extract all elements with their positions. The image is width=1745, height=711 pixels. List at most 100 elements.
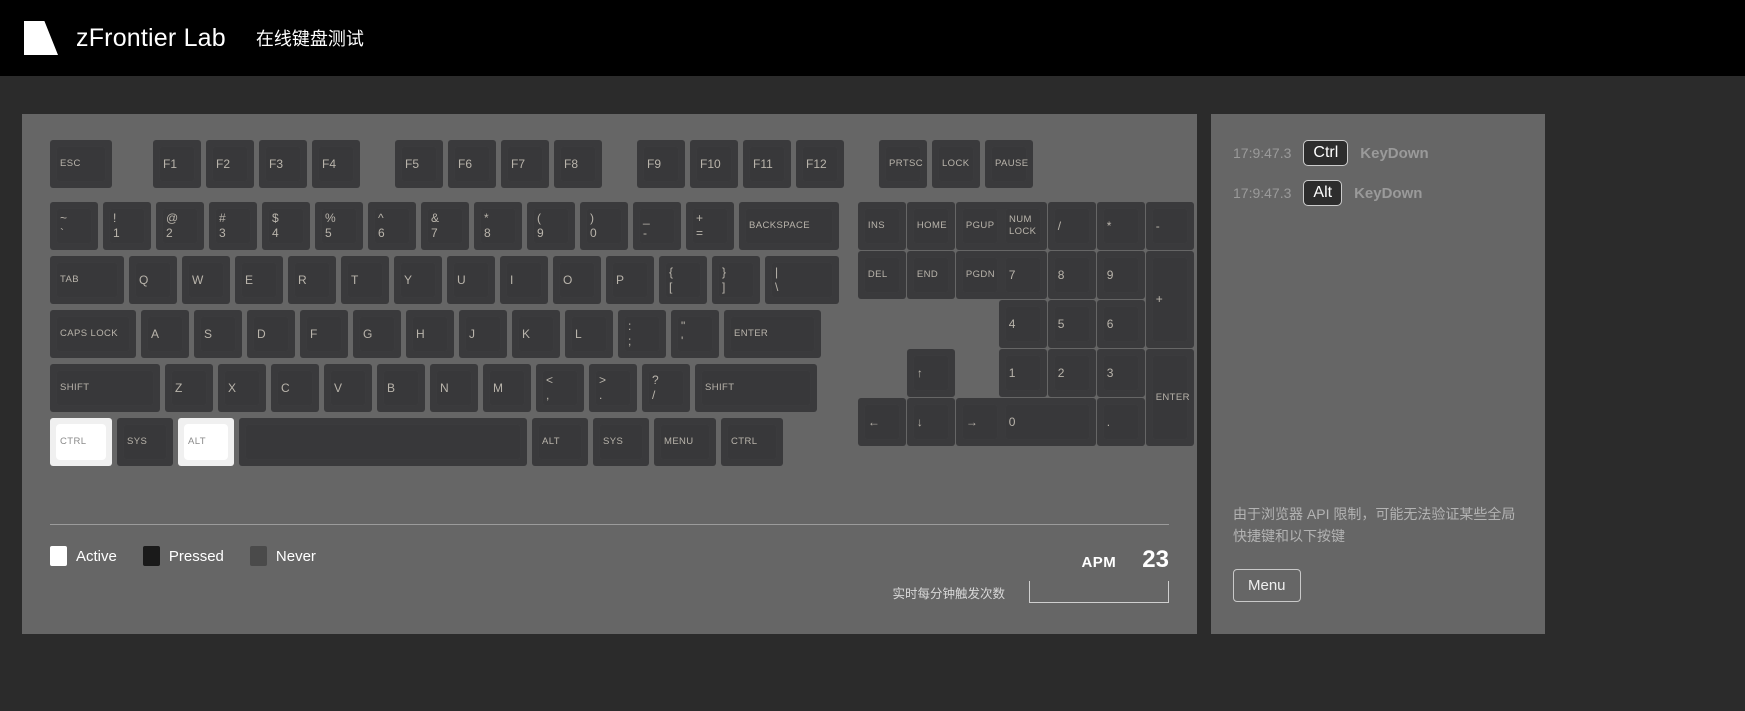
key-caps-lock[interactable]: CAPS LOCK (50, 310, 136, 358)
key-@2[interactable]: @2 (156, 202, 204, 250)
key-pgup[interactable]: PGUP (955, 202, 1004, 250)
key-y[interactable]: Y (394, 256, 442, 304)
key-f3[interactable]: F3 (259, 140, 307, 188)
key-*8[interactable]: * 8 (474, 202, 522, 250)
key-/[interactable]: / (1047, 202, 1096, 250)
key-↓[interactable]: ↓ (906, 398, 955, 446)
key-~`[interactable]: ~ ` (50, 202, 98, 250)
key-{[[interactable]: {[ (659, 256, 707, 304)
key-l[interactable]: L (565, 310, 613, 358)
key-esc[interactable]: ESC (50, 140, 112, 188)
key-f[interactable]: F (300, 310, 348, 358)
key-g[interactable]: G (353, 310, 401, 358)
key-9[interactable]: 9 (1096, 251, 1145, 299)
key-ctrl[interactable]: CTRL (50, 418, 112, 466)
key-sys[interactable]: SYS (593, 418, 649, 466)
key-:;[interactable]: :; (618, 310, 666, 358)
key-2[interactable]: 2 (1047, 349, 1096, 397)
key-del[interactable]: DEL (857, 251, 906, 299)
keyboard-row-tab[interactable]: TAB Q W E R T Y U I O P{[}] | \ (50, 256, 844, 304)
key-<,[interactable]: <, (536, 364, 584, 412)
key-ins[interactable]: INS (857, 202, 906, 250)
key-+=[interactable]: + = (686, 202, 734, 250)
key-←[interactable]: ← (857, 398, 906, 446)
key-4[interactable]: 4 (998, 300, 1047, 348)
key->.[interactable]: >. (589, 364, 637, 412)
key-r[interactable]: R (288, 256, 336, 304)
key-f7[interactable]: F7 (501, 140, 549, 188)
navigation-cluster[interactable]: INS HOME PGUP DEL END PGDN ↑ ← ↓ → (857, 202, 1004, 452)
key-s[interactable]: S (194, 310, 242, 358)
key-1[interactable]: 1 (998, 349, 1047, 397)
key-z[interactable]: Z (165, 364, 213, 412)
keyboard-row-numbers[interactable]: ~ `! 1 @2 #3 $4% 5 ^ 6 & 7 * 8(9) 0 _ - + = BACKSPACE (50, 202, 844, 250)
key-?/[interactable]: ? / (642, 364, 690, 412)
key-menu[interactable]: MENU (654, 418, 716, 466)
key-f12[interactable]: F12 (796, 140, 844, 188)
key-}][interactable]: }] (712, 256, 760, 304)
key-pgdn[interactable]: PGDN (955, 251, 1004, 299)
key-home[interactable]: HOME (906, 202, 955, 250)
key-_-[interactable]: _ - (633, 202, 681, 250)
key-"'[interactable]: " ' (671, 310, 719, 358)
key-pause[interactable]: PAUSE (985, 140, 1033, 188)
key-|\[interactable]: | \ (765, 256, 839, 304)
key-q[interactable]: Q (129, 256, 177, 304)
key-#3[interactable]: #3 (209, 202, 257, 250)
key-↑[interactable]: ↑ (906, 349, 955, 397)
key-f2[interactable]: F2 (206, 140, 254, 188)
key-c[interactable]: C (271, 364, 319, 412)
key-w[interactable]: W (182, 256, 230, 304)
key-f9[interactable]: F9 (637, 140, 685, 188)
key-(9[interactable]: (9 (527, 202, 575, 250)
key-shift[interactable]: SHIFT (695, 364, 817, 412)
key-d[interactable]: D (247, 310, 295, 358)
key-→[interactable]: → (955, 398, 1004, 446)
key-f6[interactable]: F6 (448, 140, 496, 188)
key-tab[interactable]: TAB (50, 256, 124, 304)
keyboard-row-bottom[interactable]: CTRL SYS ALT ALT SYS MENU CTRL (50, 418, 844, 466)
key-ctrl[interactable]: CTRL (721, 418, 783, 466)
key-f1[interactable]: F1 (153, 140, 201, 188)
key-a[interactable]: A (141, 310, 189, 358)
key-.[interactable]: . (1096, 398, 1145, 446)
key-shift[interactable]: SHIFT (50, 364, 160, 412)
key-$4[interactable]: $4 (262, 202, 310, 250)
key-5[interactable]: 5 (1047, 300, 1096, 348)
key-6[interactable]: 6 (1096, 300, 1145, 348)
key-x[interactable]: X (218, 364, 266, 412)
keyboard-row-shift[interactable]: SHIFT Z X C V B N M <, >.? / SHIFT (50, 364, 844, 412)
key-enter[interactable]: ENTER (1145, 349, 1194, 446)
key-i[interactable]: I (500, 256, 548, 304)
key-lock[interactable]: LOCK (932, 140, 980, 188)
key-end[interactable]: END (906, 251, 955, 299)
key-t[interactable]: T (341, 256, 389, 304)
key-*[interactable]: * (1096, 202, 1145, 250)
key-7[interactable]: 7 (998, 251, 1047, 299)
keyboard-row-caps[interactable]: CAPS LOCK A S D F G H J K L:; " ' ENTER (50, 310, 844, 358)
key-&7[interactable]: & 7 (421, 202, 469, 250)
key-3[interactable]: 3 (1096, 349, 1145, 397)
key-backspace[interactable]: BACKSPACE (739, 202, 839, 250)
key-enter[interactable]: ENTER (724, 310, 821, 358)
key-m[interactable]: M (483, 364, 531, 412)
key-alt[interactable]: ALT (532, 418, 588, 466)
key-prtsc[interactable]: PRTSC (879, 140, 927, 188)
numeric-keypad[interactable]: NUM LOCK / * - 7 8 9 +4 5 6 1 2 3 ENTER 0. (998, 202, 1194, 452)
virtual-keyboard[interactable]: ESC F1 F2 F3 F4 F5 F6 F7 F8 F9 F10 F11 F12 PRTSC LOCK P… (50, 140, 1194, 472)
key-8[interactable]: 8 (1047, 251, 1096, 299)
key-u[interactable]: U (447, 256, 495, 304)
key-f10[interactable]: F10 (690, 140, 738, 188)
key-f5[interactable]: F5 (395, 140, 443, 188)
key-sys[interactable]: SYS (117, 418, 173, 466)
key-k[interactable]: K (512, 310, 560, 358)
key-h[interactable]: H (406, 310, 454, 358)
key-f11[interactable]: F11 (743, 140, 791, 188)
key-!1[interactable]: ! 1 (103, 202, 151, 250)
keyboard-row-function[interactable]: ESC F1 F2 F3 F4 F5 F6 F7 F8 F9 F10 F11 F12 PRTSC LOCK P… (50, 140, 1169, 188)
key-o[interactable]: O (553, 256, 601, 304)
key-b[interactable]: B (377, 364, 425, 412)
key-f8[interactable]: F8 (554, 140, 602, 188)
key-j[interactable]: J (459, 310, 507, 358)
menu-button[interactable]: Menu (1233, 569, 1301, 602)
